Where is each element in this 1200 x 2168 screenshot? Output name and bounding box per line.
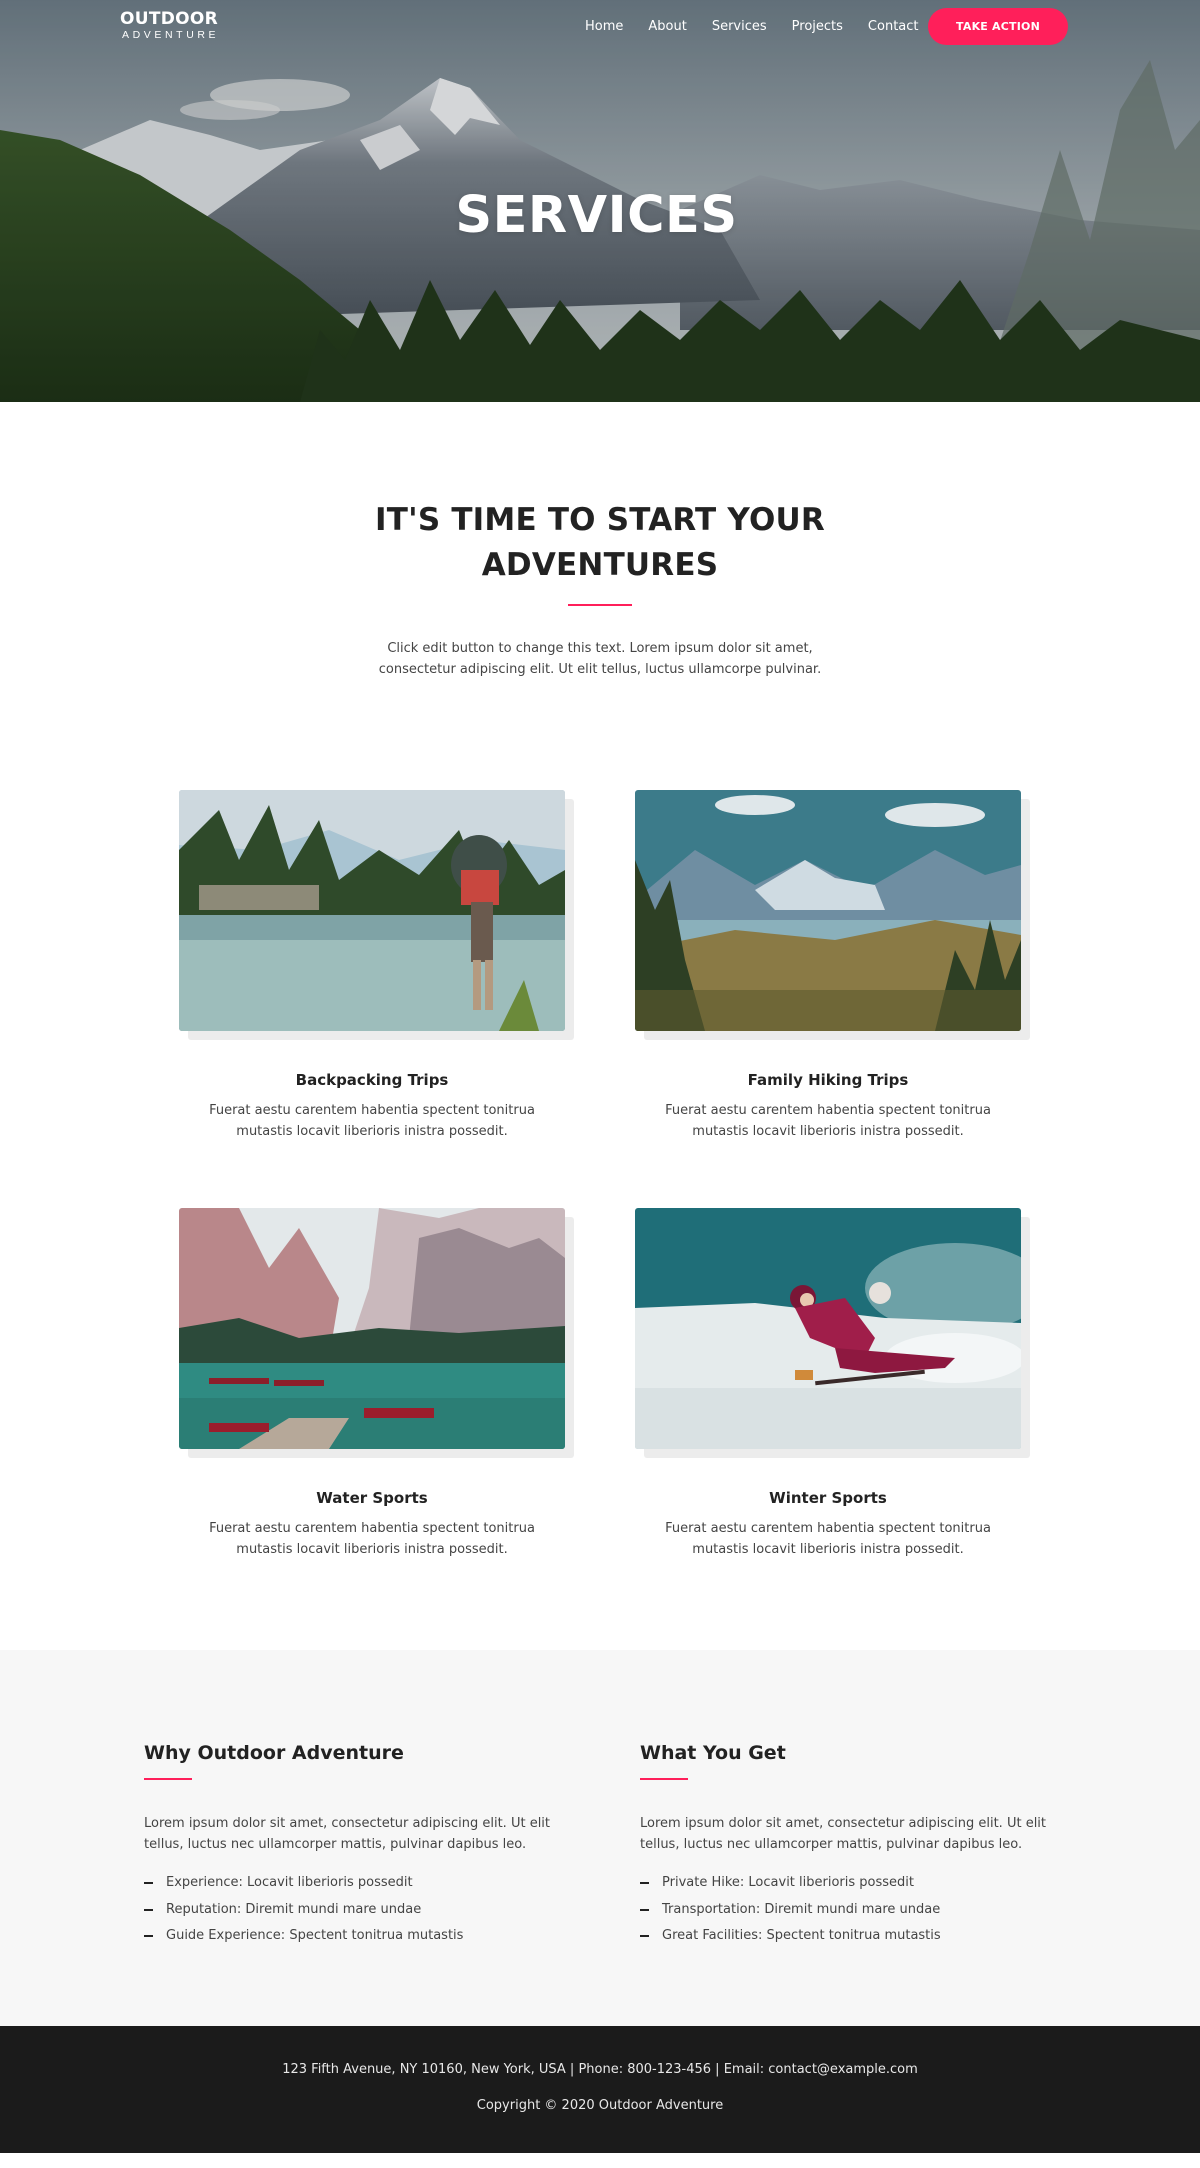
why-column: Why Outdoor Adventure Lorem ipsum dolor … <box>144 1740 584 1950</box>
top-navigation: OUTDOOR ADVENTURE Home About Services Pr… <box>0 0 1200 52</box>
why-heading: Why Outdoor Adventure <box>144 1742 404 1764</box>
dash-icon <box>640 1935 649 1937</box>
features-section: Why Outdoor Adventure Lorem ipsum dolor … <box>0 1650 1200 2026</box>
list-item-text: Guide Experience: Spectent tonitrua muta… <box>166 1928 464 1943</box>
service-title: Family Hiking Trips <box>747 1071 909 1089</box>
take-action-button[interactable]: TAKE ACTION <box>928 8 1068 45</box>
service-image-frame <box>635 1208 1030 1458</box>
why-list: Experience: Locavit liberioris possedit … <box>144 1870 584 1950</box>
site-footer: 123 Fifth Avenue, NY 10160, New York, US… <box>0 2026 1200 2153</box>
dash-icon <box>144 1882 153 1884</box>
list-item-text: Transportation: Diremit mundi mare undae <box>662 1901 941 1917</box>
service-title: Backpacking Trips <box>295 1071 449 1089</box>
why-text: Lorem ipsum dolor sit amet, consectetur … <box>144 1816 551 1852</box>
list-item-text: Great Facilities: Spectent tonitrua muta… <box>662 1928 941 1943</box>
list-item-text: Private Hike: Locavit liberioris possedi… <box>662 1875 914 1890</box>
nav-item-home[interactable]: Home <box>585 19 623 34</box>
service-description: Fuerat aestu carentem habentia spectent … <box>209 1521 535 1557</box>
list-item: Reputation: Diremit mundi mare undae <box>144 1897 584 1924</box>
list-item: Private Hike: Locavit liberioris possedi… <box>640 1870 1080 1897</box>
service-description: Fuerat aestu carentem habentia spectent … <box>209 1103 535 1139</box>
heading-divider <box>640 1778 688 1780</box>
dash-icon <box>640 1908 649 1911</box>
service-card[interactable]: Water Sports Fuerat aestu carentem haben… <box>179 1208 574 1560</box>
brand-tagline: ADVENTURE <box>122 29 220 41</box>
nav-item-services[interactable]: Services <box>712 19 767 34</box>
intro-heading: IT'S TIME TO START YOUR ADVENTURES <box>375 502 825 583</box>
list-item: Great Facilities: Spectent tonitrua muta… <box>640 1923 1080 1950</box>
what-heading: What You Get <box>640 1742 786 1764</box>
intro-text: Click edit button to change this text. L… <box>378 641 822 677</box>
brand-logo[interactable]: OUTDOOR ADVENTURE <box>120 9 219 41</box>
list-item: Guide Experience: Spectent tonitrua muta… <box>144 1923 584 1950</box>
what-column: What You Get Lorem ipsum dolor sit amet,… <box>640 1740 1080 1950</box>
brand-name: OUTDOOR <box>120 9 219 29</box>
service-image-frame <box>179 1208 574 1458</box>
service-image-frame <box>179 790 574 1040</box>
service-card[interactable]: Winter Sports Fuerat aestu carentem habe… <box>635 1208 1030 1560</box>
nav-item-projects[interactable]: Projects <box>792 19 843 34</box>
heading-divider <box>568 604 632 606</box>
heading-divider <box>144 1778 192 1780</box>
winter-sports-image <box>635 1208 1021 1449</box>
dash-icon <box>144 1908 153 1911</box>
what-text: Lorem ipsum dolor sit amet, consectetur … <box>640 1816 1047 1852</box>
services-grid: Backpacking Trips Fuerat aestu carentem … <box>0 680 1200 1650</box>
footer-copyright: Copyright © 2020 Outdoor Adventure <box>476 2098 724 2113</box>
footer-contact: 123 Fifth Avenue, NY 10160, New York, US… <box>282 2062 918 2077</box>
intro-section: IT'S TIME TO START YOUR ADVENTURES Click… <box>0 402 1200 680</box>
nav-item-contact[interactable]: Contact <box>868 19 919 34</box>
service-image-frame <box>635 790 1030 1040</box>
water-sports-image <box>179 1208 565 1449</box>
nav-links: Home About Services Projects Contact <box>585 0 919 52</box>
dash-icon <box>144 1935 153 1937</box>
page-title: SERVICES <box>455 186 738 245</box>
list-item-text: Reputation: Diremit mundi mare undae <box>166 1901 422 1917</box>
list-item: Transportation: Diremit mundi mare undae <box>640 1897 1080 1924</box>
service-description: Fuerat aestu carentem habentia spectent … <box>665 1521 991 1557</box>
service-description: Fuerat aestu carentem habentia spectent … <box>665 1103 991 1139</box>
list-item-text: Experience: Locavit liberioris possedit <box>166 1875 413 1890</box>
family-hiking-trips-image <box>635 790 1021 1031</box>
what-list: Private Hike: Locavit liberioris possedi… <box>640 1870 1080 1950</box>
service-card[interactable]: Family Hiking Trips Fuerat aestu carente… <box>635 790 1030 1142</box>
backpacking-trips-image <box>179 790 565 1031</box>
service-title: Water Sports <box>316 1489 428 1507</box>
hero-banner: OUTDOOR ADVENTURE Home About Services Pr… <box>0 0 1200 402</box>
service-card[interactable]: Backpacking Trips Fuerat aestu carentem … <box>179 790 574 1142</box>
dash-icon <box>640 1882 649 1884</box>
list-item: Experience: Locavit liberioris possedit <box>144 1870 584 1897</box>
nav-item-about[interactable]: About <box>648 19 686 34</box>
service-title: Winter Sports <box>769 1489 887 1507</box>
